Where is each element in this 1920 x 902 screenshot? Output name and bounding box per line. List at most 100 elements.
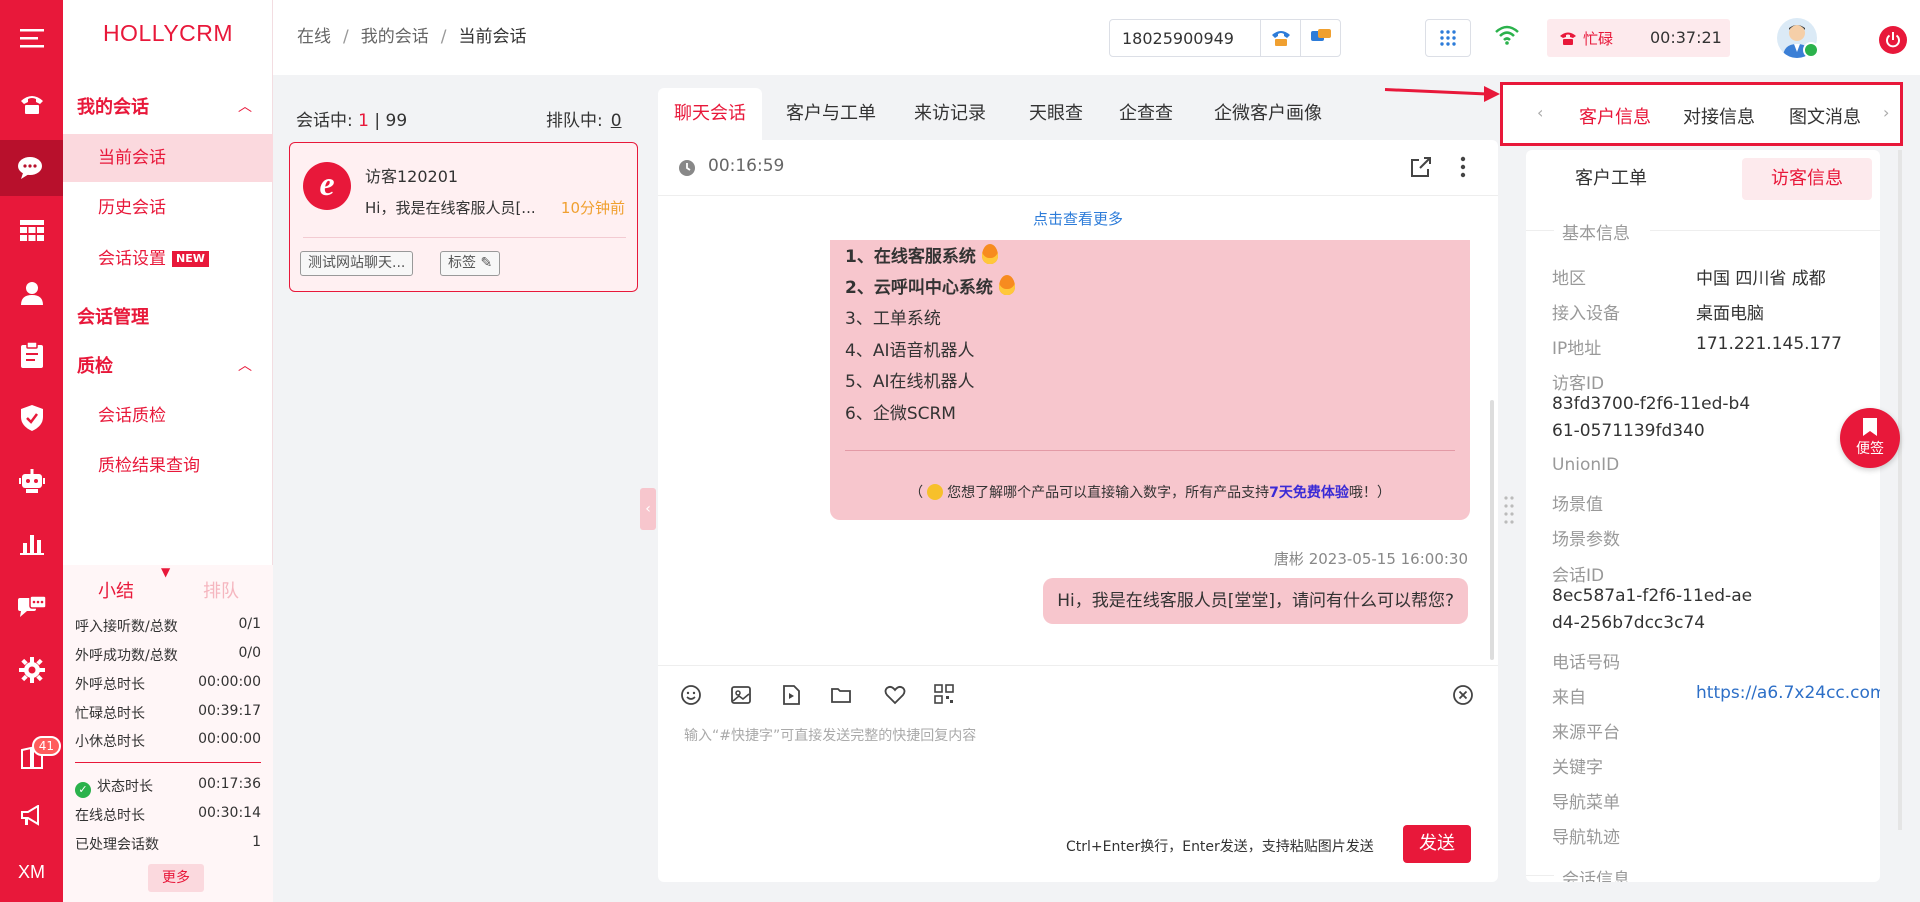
chevron-left-icon: ‹ (645, 501, 651, 517)
smile-emoji-icon (927, 484, 944, 500)
sidebar-item-session-settings[interactable]: 会话设置 NEW (63, 235, 273, 283)
chevron-up-icon[interactable]: ︿ (238, 96, 252, 116)
field-label: UnionID (1552, 455, 1620, 475)
book-icon[interactable]: 41 (0, 730, 63, 786)
queue-count[interactable]: 排队中: 0 (546, 106, 622, 131)
xm-label: XM (18, 861, 45, 882)
grid-table-icon[interactable] (0, 203, 63, 259)
conversation-card[interactable]: e 访客120201 Hi，我是在线客服人员[... 10分钟前 测试网站聊天.… (289, 142, 638, 292)
robot-icon[interactable] (0, 453, 63, 509)
notification-badge: 41 (31, 736, 61, 756)
field-value-region: 中国 四川省 成都 (1696, 269, 1826, 289)
field-value-ip: 171.221.145.177 (1696, 334, 1843, 354)
field-label: 来源平台 (1552, 723, 1620, 743)
more-button[interactable]: 更多 (148, 864, 204, 892)
nav-group-session-management[interactable]: 会话管理 (77, 303, 149, 329)
note-button[interactable]: 便签 (1840, 408, 1900, 468)
phone-icon[interactable] (0, 76, 63, 132)
summary-row: 外呼成功数/总数 0/0 (75, 645, 261, 664)
bar-chart-icon[interactable] (0, 516, 63, 572)
divider (1650, 230, 1880, 231)
tab-qichacha[interactable]: 企查查 (1106, 88, 1186, 140)
send-button[interactable]: 发送 (1403, 825, 1471, 863)
field-label: 关键字 (1552, 758, 1603, 778)
online-status-icon (1803, 42, 1819, 58)
tab-visitor-info[interactable]: 访客信息 (1742, 158, 1872, 200)
tab-tianyancha[interactable]: 天眼查 (1016, 88, 1096, 140)
tab-rich-message[interactable]: 图文消息 (1789, 103, 1861, 129)
bot-line: 6、企微SCRM (845, 404, 956, 424)
breadcrumb-item[interactable]: 在线 (297, 27, 331, 47)
power-icon[interactable] (1879, 26, 1907, 54)
divider (1526, 230, 1554, 231)
qrcode-icon[interactable] (934, 684, 954, 708)
tab-wecom-profile[interactable]: 企微客户画像 (1198, 88, 1338, 140)
heart-icon[interactable] (884, 684, 906, 710)
chevron-right-icon[interactable]: › (1883, 103, 1889, 122)
panel-scrollbar[interactable] (1898, 150, 1902, 830)
shield-icon[interactable] (0, 390, 63, 446)
sidebar-item-current-session[interactable]: 当前会话 (63, 134, 273, 182)
user-icon[interactable] (0, 265, 63, 321)
sidebar: HOLLYCRM 我的会话 ︿ 当前会话 历史会话 会话设置 NEW 会话管理 质… (63, 0, 273, 902)
field-label: 场景参数 (1552, 530, 1620, 550)
breadcrumb-item[interactable]: 我的会话 (361, 27, 429, 47)
check-circle-icon: ✓ (75, 782, 91, 798)
tab-chat-session[interactable]: 聊天会话 (658, 88, 762, 140)
sidebar-item-history-session[interactable]: 历史会话 (63, 184, 273, 232)
video-icon[interactable] (780, 684, 802, 710)
session-duration: 00:16:59 (708, 156, 785, 176)
collapse-handle[interactable]: ‹ (640, 488, 656, 530)
wifi-icon (1495, 25, 1519, 49)
apps-button[interactable] (1425, 19, 1471, 57)
bot-line: 4、AI语音机器人 (845, 341, 975, 361)
message-button[interactable] (1300, 20, 1340, 56)
phone-input[interactable]: 18025900949 (1110, 29, 1260, 48)
close-session-icon[interactable] (1452, 684, 1474, 710)
message-input[interactable]: 输入“#快捷字”可直接发送完整的快捷回复内容 (684, 725, 976, 745)
clipboard-icon[interactable] (0, 327, 63, 383)
divider (845, 450, 1455, 451)
tag-button[interactable]: 标签 ✎ (440, 251, 501, 276)
folder-icon[interactable] (830, 684, 852, 710)
agent-message-bubble: Hi，我是在线客服人员[堂堂]，请问有什么可以帮您? (1043, 578, 1468, 624)
drag-handle-icon[interactable] (1504, 495, 1516, 525)
agent-status[interactable]: 忙碌 00:37:21 (1547, 19, 1730, 57)
chevron-up-icon[interactable]: ︿ (238, 355, 252, 375)
field-value-device: 桌面电脑 (1696, 304, 1764, 324)
load-more-link[interactable]: 点击查看更多 (658, 208, 1498, 229)
dial-button[interactable] (1260, 20, 1300, 56)
field-label: 来自 (1552, 688, 1586, 708)
message-icon[interactable] (0, 580, 63, 636)
source-tag[interactable]: 测试网站聊天... (300, 251, 414, 276)
field-value-source-url[interactable]: https://a6.7x24cc.com/ (1696, 683, 1880, 703)
breadcrumb-current: 当前会话 (458, 27, 527, 47)
image-icon[interactable] (730, 684, 752, 710)
chevron-left-icon[interactable]: ‹ (1537, 103, 1543, 122)
menu-icon[interactable] (0, 10, 63, 66)
more-vertical-icon[interactable] (1460, 156, 1466, 182)
tab-customer-ticket[interactable]: 客户工单 (1546, 158, 1676, 200)
chat-scrollbar[interactable] (1490, 400, 1494, 660)
summary-row: ✓ 状态时长 00:17:36 (75, 776, 261, 798)
tab-customer-info[interactable]: 客户信息 (1579, 103, 1651, 129)
tab-queue[interactable]: 排队 (203, 577, 239, 603)
tab-connection-info[interactable]: 对接信息 (1683, 103, 1755, 129)
megaphone-icon[interactable] (0, 788, 63, 844)
tab-customer-tickets[interactable]: 客户与工单 (772, 88, 890, 140)
gear-icon[interactable] (0, 642, 63, 698)
free-trial-link[interactable]: 7天免费体验 (1269, 485, 1349, 501)
visitor-name: 访客120201 (365, 167, 459, 186)
bot-line: 1、在线客服系统 (845, 242, 998, 267)
emoji-icon[interactable] (680, 684, 702, 710)
chat-bubble-icon (1310, 29, 1331, 41)
sidebar-item-qc-results[interactable]: 质检结果查询 (63, 442, 273, 490)
tab-summary[interactable]: 小结 (98, 577, 134, 603)
summary-row: 忙碌总时长 00:39:17 (75, 703, 261, 722)
share-icon[interactable] (1410, 156, 1432, 182)
sidebar-item-session-qc[interactable]: 会话质检 (63, 392, 273, 440)
nav-group-quality[interactable]: 质检 (77, 352, 113, 378)
tab-visit-records[interactable]: 来访记录 (900, 88, 1000, 140)
chat-icon[interactable] (0, 140, 63, 196)
nav-group-my-sessions[interactable]: 我的会话 (77, 93, 149, 119)
